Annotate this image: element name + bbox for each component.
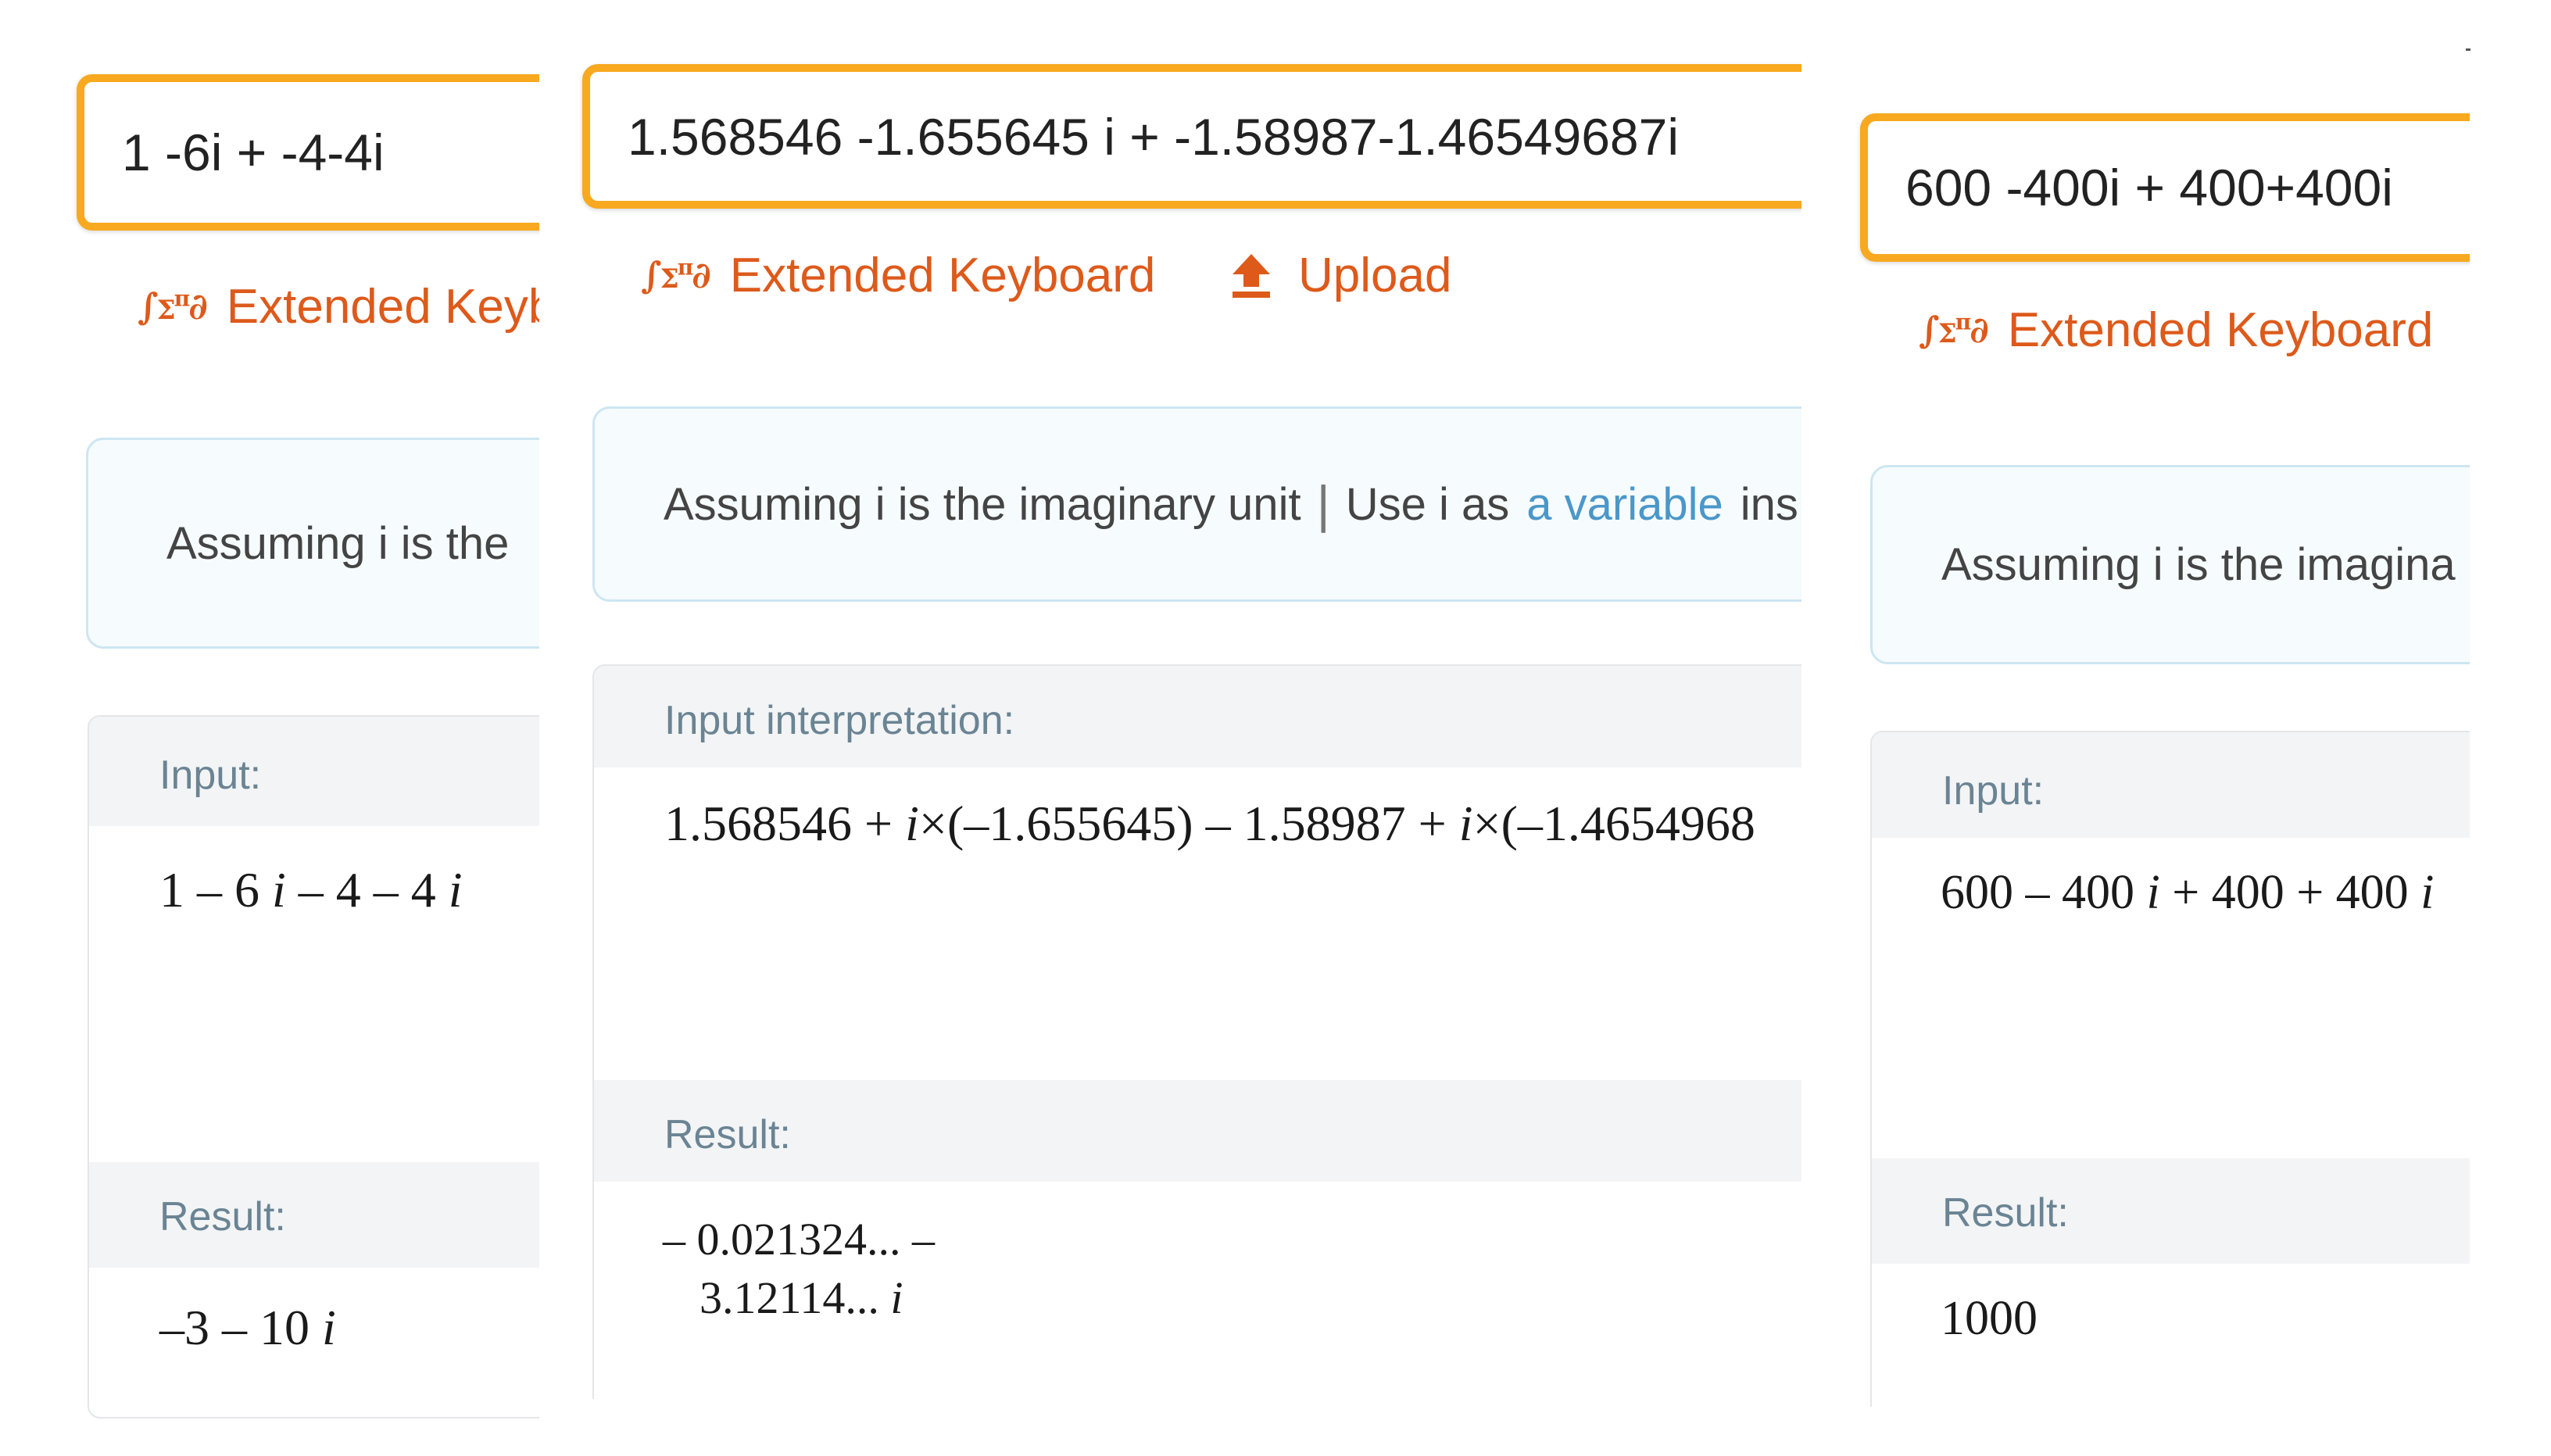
input-pod-title: Input:	[1942, 768, 2045, 814]
assumption-box: Assuming i is the	[86, 438, 539, 649]
input-expression: 600 – 400 i + 400 + 400 i	[1941, 866, 2435, 919]
query-input[interactable]	[628, 72, 1801, 201]
result-pod-header: Result:	[1872, 1158, 2470, 1264]
use-as-variable-link[interactable]: a variable	[1526, 478, 1723, 531]
query-input[interactable]	[122, 82, 539, 223]
keyboard-icon: ∫Σπ∂	[138, 285, 208, 327]
result-line-1: – 0.021324... –	[663, 1214, 935, 1265]
assumption-prefix: Assuming i is the imaginary unit	[664, 478, 1301, 530]
extended-keyboard-label: Extended Keyboard	[2007, 302, 2434, 357]
input-interpretation-pod: Input interpretation: 1.568546 + i×(–1.6…	[592, 664, 1801, 1399]
input-interpretation-title: Input interpretation:	[664, 698, 1015, 743]
extended-keyboard-button[interactable]: ∫Σπ∂ Extended Keyboard	[641, 244, 1155, 306]
query-box	[1860, 113, 2470, 262]
assumption-use-as: Use i as	[1345, 478, 1510, 530]
result-pod-header: Result:	[89, 1162, 539, 1268]
keyboard-icon: ∫Σπ∂	[1919, 309, 1989, 351]
result-expression: 1000	[1941, 1292, 2038, 1345]
result-line-2: 3.12114... i	[699, 1272, 903, 1323]
input-pod-header: Input:	[89, 717, 539, 826]
input-pod-header: Input:	[1872, 732, 2470, 838]
keyboard-icon: ∫Σπ∂	[641, 254, 711, 296]
extended-keyboard-label: Extended Keyboard	[729, 248, 1156, 302]
panel-2: ∫Σπ∂ Extended Keyboard Upload Assuming i…	[539, 0, 1801, 1399]
result-pod-title: Result:	[664, 1112, 791, 1157]
assumption-text: Assuming i is the	[166, 517, 510, 569]
result-pod-header: Result:	[594, 1080, 1801, 1182]
input-interpretation-expression: 1.568546 + i×(–1.655645) – 1.58987 + i×(…	[664, 796, 1755, 851]
assumption-separator: |	[1316, 475, 1330, 533]
extended-keyboard-button[interactable]: ∫Σπ∂ Extended Keyb	[138, 275, 539, 338]
assumption-text: Assuming i is the imagina	[1941, 539, 2456, 590]
upload-button[interactable]: Upload	[1231, 244, 1451, 306]
result-pod-title: Result:	[1942, 1190, 2069, 1236]
upload-label: Upload	[1298, 248, 1452, 302]
assumption-box: Assuming i is the imagina	[1870, 465, 2470, 664]
input-pod: Input: 1 – 6 i – 4 – 4 i Result: –3 – 10…	[88, 715, 539, 1418]
panel-1: ∫Σπ∂ Extended Keyb Assuming i is the Inp…	[0, 0, 539, 1456]
result-expression: –3 – 10 i	[159, 1300, 336, 1355]
input-pod: Input: 600 – 400 i + 400 + 400 i Result:…	[1870, 731, 2470, 1407]
panel-3: ∫Σπ∂ Extended Keyboard Assuming i is the…	[1801, 0, 2470, 1407]
upload-icon	[1233, 254, 1270, 298]
input-expression: 1 – 6 i – 4 – 4 i	[159, 862, 463, 918]
query-box	[582, 64, 1801, 209]
query-box	[77, 74, 539, 231]
input-pod-title: Input:	[159, 753, 262, 798]
assumption-suffix: ins	[1740, 478, 1798, 530]
extended-keyboard-button[interactable]: ∫Σπ∂ Extended Keyboard	[1919, 299, 2433, 361]
input-interpretation-header: Input interpretation:	[594, 666, 1801, 767]
result-pod-title: Result:	[159, 1194, 286, 1240]
extended-keyboard-label: Extended Keyb	[226, 279, 539, 334]
corner-mark	[2466, 48, 2470, 51]
query-input[interactable]	[1905, 121, 2470, 254]
assumption-box: Assuming i is the imaginary unit | Use i…	[592, 406, 1801, 602]
